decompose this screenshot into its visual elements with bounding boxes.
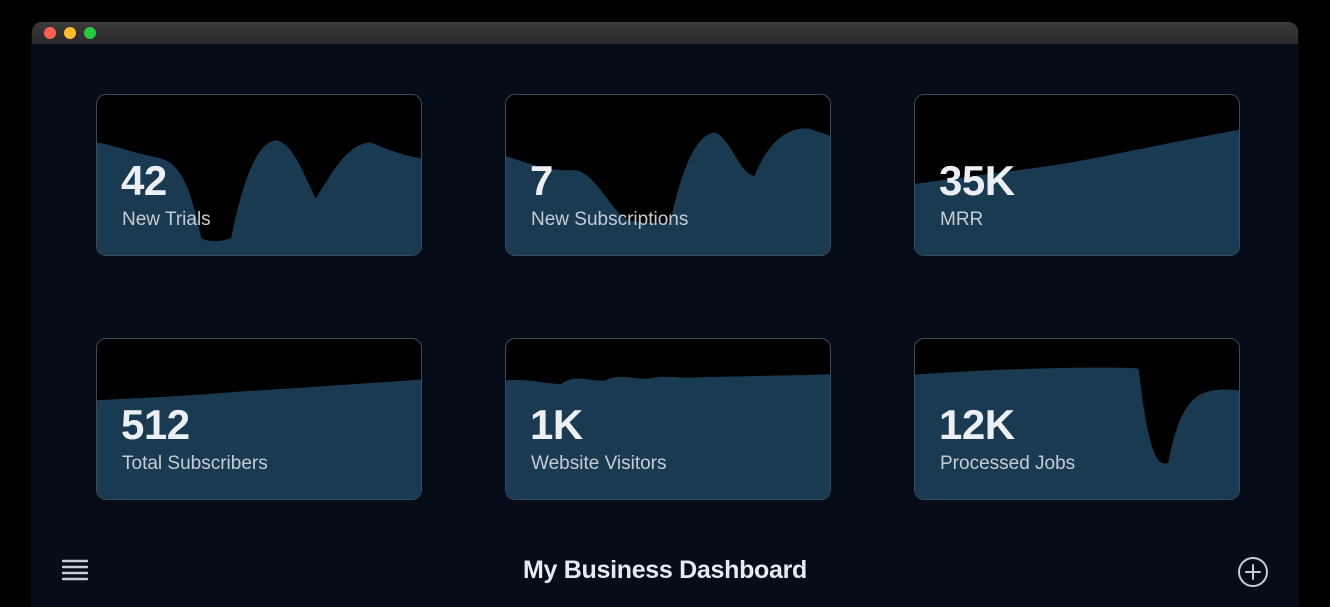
metric-value: 512 [121,401,190,449]
menu-icon [62,559,88,581]
metric-card-new-trials[interactable]: 42 New Trials [96,94,422,256]
metric-card-new-subscriptions[interactable]: 7 New Subscriptions [505,94,831,256]
window-close-button[interactable] [44,27,56,39]
metric-value: 7 [530,157,553,205]
bottom-bar: My Business Dashboard [32,533,1298,607]
metric-label: MRR [940,209,983,231]
sparkline-new-subscriptions [506,95,830,255]
metric-value: 42 [121,157,167,205]
metric-card-mrr[interactable]: 35K MRR [914,94,1240,256]
metric-label: Website Visitors [531,453,667,475]
metric-label: New Subscriptions [531,209,688,231]
menu-button[interactable] [60,555,90,585]
plus-circle-icon [1237,556,1269,588]
metric-label: Total Subscribers [122,453,268,475]
app-window: 42 New Trials 7 New Subscriptions 35K MR… [32,22,1298,607]
metric-value: 1K [530,401,583,449]
add-button[interactable] [1236,555,1270,589]
metrics-grid: 42 New Trials 7 New Subscriptions 35K MR… [96,94,1242,500]
metric-label: New Trials [122,209,211,231]
metric-card-processed-jobs[interactable]: 12K Processed Jobs [914,338,1240,500]
metric-value: 12K [939,401,1015,449]
dashboard-content: 42 New Trials 7 New Subscriptions 35K MR… [32,44,1298,607]
window-titlebar [32,22,1298,44]
metric-card-website-visitors[interactable]: 1K Website Visitors [505,338,831,500]
metric-label: Processed Jobs [940,453,1075,475]
metric-value: 35K [939,157,1015,205]
metric-card-total-subscribers[interactable]: 512 Total Subscribers [96,338,422,500]
dashboard-title: My Business Dashboard [523,556,807,585]
window-minimize-button[interactable] [64,27,76,39]
window-zoom-button[interactable] [84,27,96,39]
